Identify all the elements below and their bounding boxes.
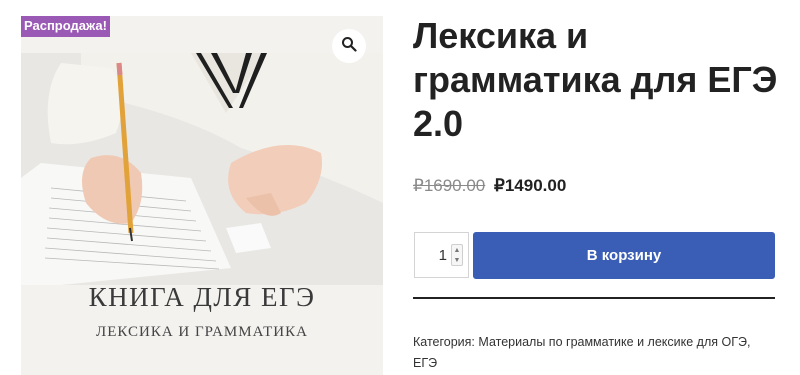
category-label: Категория: bbox=[413, 335, 475, 349]
product-meta: Категория: Материалы по грамматике и лек… bbox=[413, 332, 775, 374]
product-image[interactable]: КНИГА ДЛЯ ЕГЭ ЛЕКСИКА И ГРАММАТИКА bbox=[21, 16, 383, 375]
quantity-stepper[interactable]: 1 ▲ ▼ bbox=[414, 232, 469, 278]
sale-price: ₽1490.00 bbox=[494, 176, 567, 195]
old-price: ₽1690.00 bbox=[413, 176, 486, 195]
zoom-button[interactable] bbox=[332, 29, 366, 63]
chevron-up-icon[interactable]: ▲ bbox=[454, 247, 461, 254]
quantity-spinner[interactable]: ▲ ▼ bbox=[451, 244, 463, 266]
product-photo bbox=[21, 53, 383, 285]
book-cover-title: КНИГА ДЛЯ ЕГЭ bbox=[88, 282, 316, 312]
quantity-value[interactable]: 1 bbox=[415, 247, 451, 264]
product-title: Лексика и грамматика для ЕГЭ 2.0 bbox=[413, 15, 778, 144]
sale-badge: Распродажа! bbox=[21, 16, 110, 37]
price: ₽1690.00 ₽1490.00 bbox=[413, 176, 566, 196]
add-to-cart-button[interactable]: В корзину bbox=[473, 232, 775, 279]
magnifier-icon bbox=[341, 36, 357, 57]
chevron-down-icon[interactable]: ▼ bbox=[454, 257, 461, 264]
book-cover-subtitle: ЛЕКСИКА И ГРАММАТИКА bbox=[96, 324, 308, 340]
divider bbox=[413, 297, 775, 299]
